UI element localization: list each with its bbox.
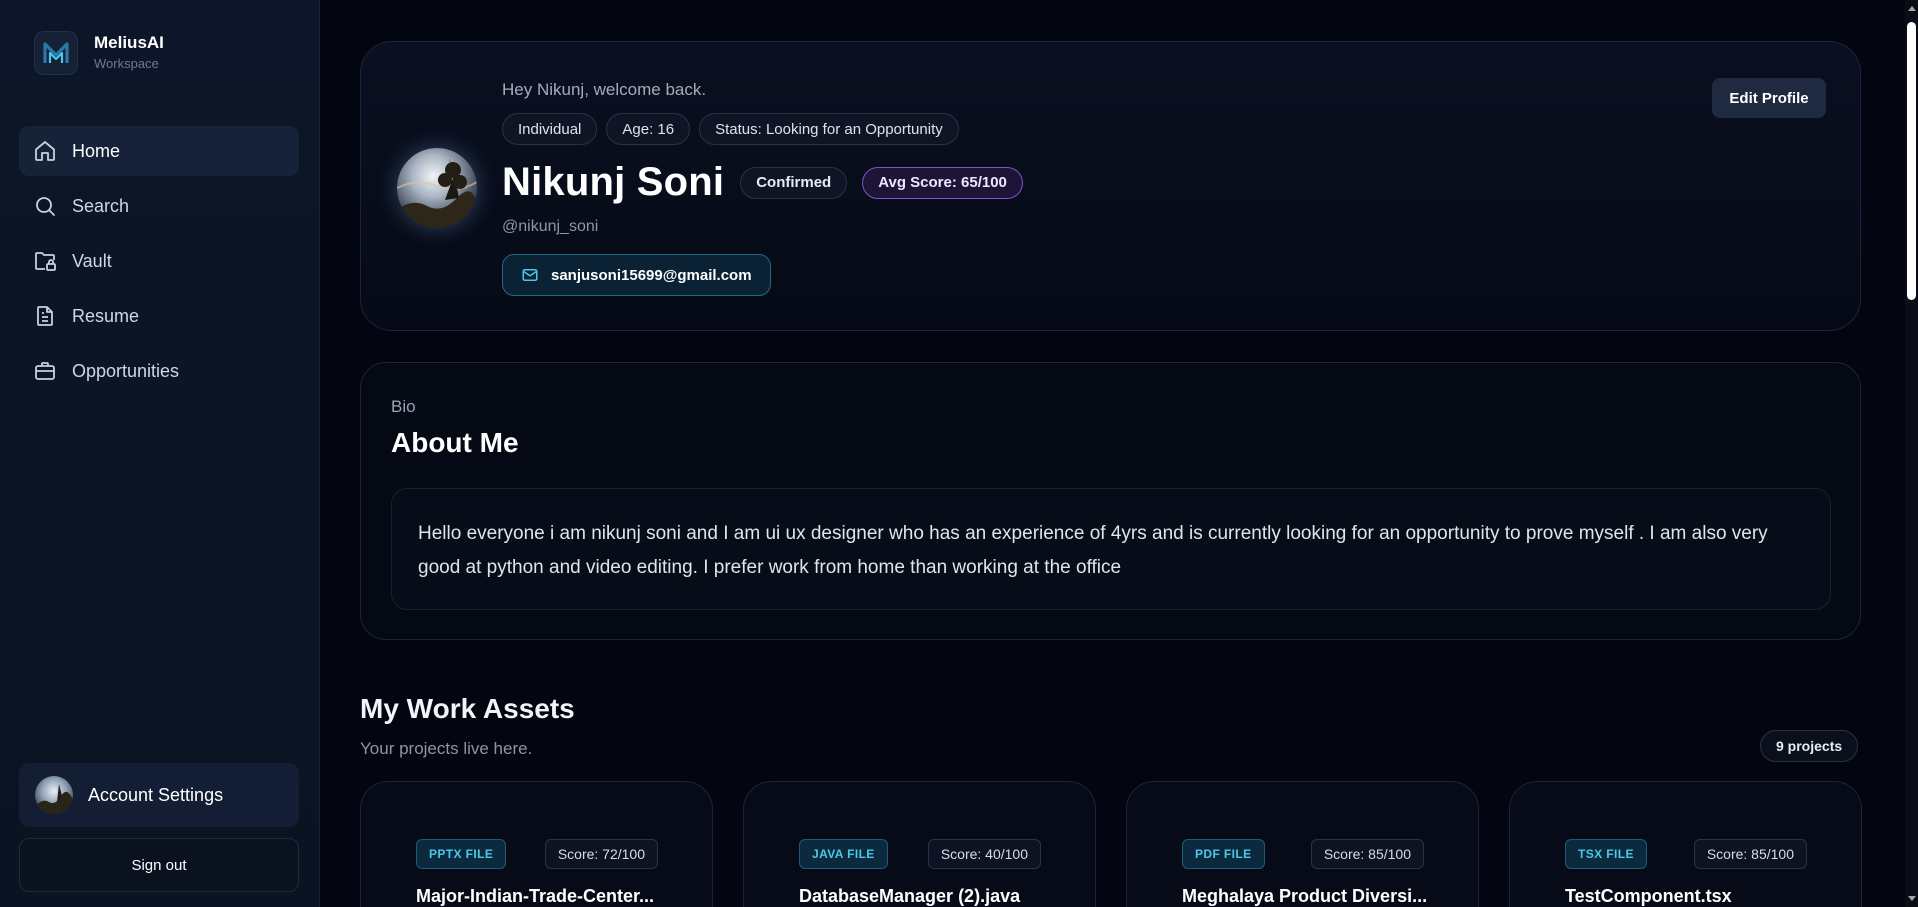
account-type-chip: Individual bbox=[502, 113, 598, 145]
sign-out-button[interactable]: Sign out bbox=[19, 838, 299, 892]
status-chip: Status: Looking for an Opportunity bbox=[699, 113, 959, 145]
greeting-text: Hey Nikunj, welcome back. bbox=[502, 80, 707, 99]
brand-name: MeliusAI bbox=[94, 33, 164, 52]
scroll-up-arrow-icon[interactable] bbox=[1908, 6, 1916, 11]
asset-card[interactable]: TSX FILE Score: 85/100 TestComponent.tsx bbox=[1509, 781, 1862, 907]
scroll-down-arrow-icon[interactable] bbox=[1908, 896, 1916, 901]
page-scrollbar[interactable] bbox=[1905, 0, 1918, 907]
sidebar-item-label: Resume bbox=[72, 305, 140, 326]
folder-lock-icon bbox=[35, 252, 56, 271]
profile-chips: Individual Age: 16 Status: Looking for a… bbox=[502, 113, 968, 145]
brand[interactable]: MeliusAI Workspace bbox=[34, 31, 164, 75]
profile-avatar bbox=[397, 148, 477, 228]
asset-name: Major-Indian-Trade-Center... bbox=[416, 886, 655, 906]
briefcase-icon bbox=[35, 362, 55, 380]
document-icon bbox=[37, 306, 53, 326]
search-icon bbox=[36, 197, 55, 216]
avatar bbox=[35, 776, 73, 814]
age-chip: Age: 16 bbox=[606, 113, 691, 145]
sidebar-item-label: Search bbox=[72, 195, 130, 216]
asset-score-badge: Score: 85/100 bbox=[1693, 839, 1807, 869]
sidebar: MeliusAI Workspace Home Search Vault Res… bbox=[0, 0, 320, 907]
asset-score-badge: Score: 72/100 bbox=[544, 839, 658, 869]
account-settings-label: Account Settings bbox=[88, 784, 224, 805]
sidebar-item-vault[interactable]: Vault bbox=[19, 236, 299, 286]
bio-title: About Me bbox=[391, 427, 519, 458]
assets-title: My Work Assets bbox=[360, 693, 575, 724]
email-pill[interactable]: sanjusoni15699@gmail.com bbox=[502, 254, 771, 296]
file-type-badge: TSX FILE bbox=[1565, 839, 1647, 869]
file-type-badge: PPTX FILE bbox=[416, 839, 507, 869]
scrollbar-thumb[interactable] bbox=[1907, 22, 1916, 300]
profile-card: Hey Nikunj, welcome back. Individual Age… bbox=[360, 41, 1861, 331]
sidebar-item-label: Opportunities bbox=[72, 360, 180, 381]
edit-profile-button[interactable]: Edit Profile bbox=[1712, 78, 1826, 118]
bio-label: Bio bbox=[391, 397, 416, 416]
file-type-badge: PDF FILE bbox=[1182, 839, 1265, 869]
profile-name: Nikunj Soni bbox=[502, 160, 725, 204]
asset-score-badge: Score: 85/100 bbox=[1310, 839, 1424, 869]
assets-subtitle: Your projects live here. bbox=[360, 739, 533, 758]
asset-name: Meghalaya Product Diversi... bbox=[1182, 886, 1428, 906]
sidebar-item-search[interactable]: Search bbox=[19, 181, 299, 231]
sidebar-item-home[interactable]: Home bbox=[19, 126, 299, 176]
asset-card[interactable]: PPTX FILE Score: 72/100 Major-Indian-Tra… bbox=[360, 781, 713, 907]
asset-card[interactable]: PDF FILE Score: 85/100 Meghalaya Product… bbox=[1126, 781, 1479, 907]
confirmed-badge: Confirmed bbox=[740, 166, 848, 199]
sidebar-item-label: Vault bbox=[72, 250, 112, 271]
brand-subtitle: Workspace bbox=[94, 56, 159, 71]
sidebar-nav: Home Search Vault Resume Opportunities bbox=[19, 126, 299, 401]
file-type-badge: JAVA FILE bbox=[799, 839, 888, 869]
account-settings-button[interactable]: Account Settings bbox=[19, 763, 299, 827]
sidebar-item-label: Home bbox=[72, 140, 121, 161]
asset-card[interactable]: JAVA FILE Score: 40/100 DatabaseManager … bbox=[743, 781, 1096, 907]
sidebar-item-resume[interactable]: Resume bbox=[19, 291, 299, 341]
bio-text: Hello everyone i am nikunj soni and I am… bbox=[391, 488, 1831, 610]
profile-handle: @nikunj_soni bbox=[502, 218, 599, 235]
mail-icon bbox=[522, 269, 538, 281]
email-text: sanjusoni15699@gmail.com bbox=[551, 266, 752, 284]
projects-count-badge: 9 projects bbox=[1760, 730, 1859, 762]
brand-logo-icon bbox=[34, 31, 78, 75]
bio-card: Bio About Me Hello everyone i am nikunj … bbox=[360, 362, 1861, 640]
asset-name: DatabaseManager (2).java bbox=[799, 886, 1021, 906]
asset-name: TestComponent.tsx bbox=[1565, 886, 1732, 906]
avg-score-badge: Avg Score: 65/100 bbox=[862, 166, 1023, 199]
sidebar-item-opportunities[interactable]: Opportunities bbox=[19, 346, 299, 396]
home-icon bbox=[35, 141, 55, 161]
asset-score-badge: Score: 40/100 bbox=[927, 839, 1041, 869]
